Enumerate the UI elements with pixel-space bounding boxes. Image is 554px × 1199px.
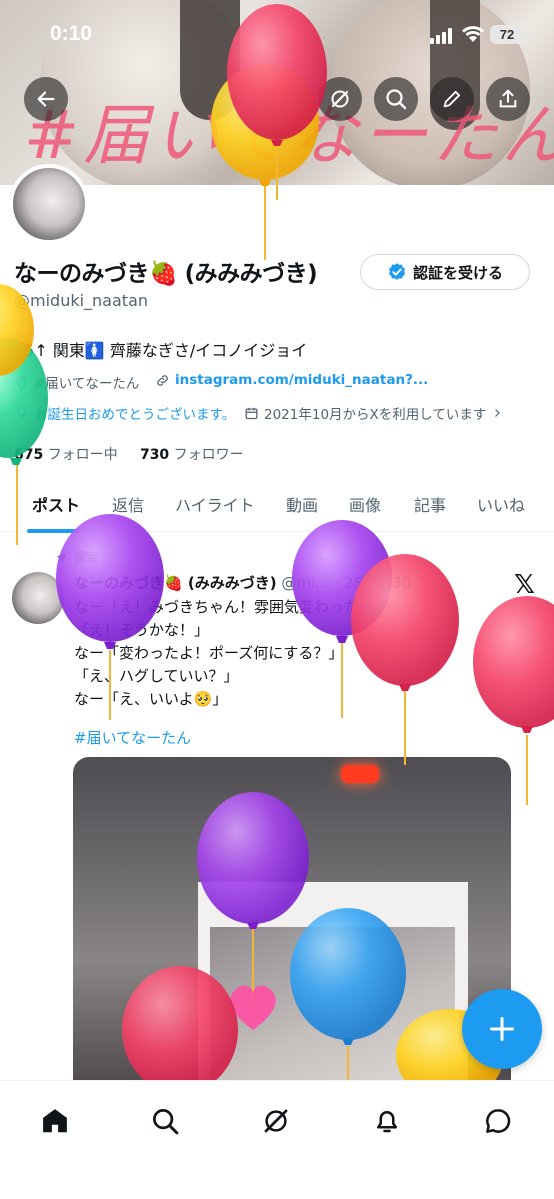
grok-icon: [264, 1109, 288, 1133]
post-header: なーのみづき🍓 (みみみづき) @mi... · 25/03/30: [74, 572, 411, 593]
following-count: 675: [14, 447, 44, 463]
media-light: [341, 765, 379, 783]
wifi-icon: [462, 26, 484, 42]
location-text: #届いてなーたん: [34, 376, 140, 392]
grok-button[interactable]: [318, 77, 362, 121]
followers-count: 730: [139, 447, 170, 463]
balloon-purple: [292, 520, 392, 718]
edit-button[interactable]: [430, 77, 474, 121]
calendar-icon: [245, 407, 258, 419]
active-tab-indicator: [27, 529, 81, 533]
chevron-right-icon: [495, 409, 501, 417]
birthday-text: お誕生日おめでとうございます。: [34, 407, 236, 423]
tab-videos[interactable]: 動画: [286, 492, 318, 516]
status-bar: 0:10 72: [0, 0, 554, 70]
post-text-line: 「え、ハグしていい？」: [74, 667, 239, 685]
x-logo-icon: 𝕏: [514, 570, 535, 600]
post-author-handle-date: @mi... · 25/03/30: [281, 574, 412, 592]
post-text-line: なー「変わったよ！ポーズ何にする？」: [74, 644, 344, 662]
nav-notifications[interactable]: [365, 1099, 409, 1143]
status-time: 0:10: [50, 22, 93, 45]
following-link[interactable]: 675 フォロー中: [14, 447, 118, 463]
followers-label: フォロワー: [173, 447, 244, 463]
search-icon: [153, 1109, 179, 1135]
tab-likes[interactable]: いいね: [477, 492, 525, 516]
notifications-icon: [377, 1111, 397, 1133]
display-name: なーのみづき🍓 (みみみづき): [14, 261, 318, 287]
battery-indicator: 72: [490, 25, 528, 44]
pinned-indicator: 固定: [56, 548, 98, 565]
profile-bio: 25↑ 関東🚺 齊藤なぎさ/イコノイジョイ: [14, 341, 308, 360]
grok-icon: [331, 90, 349, 108]
post-media-image[interactable]: [73, 757, 511, 1097]
get-verified-label: 認証を受ける: [412, 263, 503, 282]
cellular-signal-icon: [430, 28, 456, 44]
tab-images[interactable]: 画像: [349, 492, 381, 516]
tab-articles[interactable]: 記事: [414, 492, 446, 516]
bottom-navigation: [0, 1080, 554, 1199]
compose-post-button[interactable]: [462, 989, 542, 1069]
home-icon: [43, 1109, 67, 1133]
link-icon: [157, 374, 168, 386]
tab-posts[interactable]: ポスト: [32, 492, 80, 516]
tab-highlights[interactable]: ハイライト: [175, 492, 255, 516]
profile-location: #届いてなーたん: [14, 372, 139, 392]
nav-messages[interactable]: [476, 1099, 520, 1143]
plus-icon: [489, 1016, 515, 1042]
follow-stats: 675 フォロー中 730 フォロワー: [14, 444, 244, 464]
search-icon: [386, 89, 407, 110]
post-text-line: 「え！そうかな！」: [74, 621, 210, 639]
post-text-line: なー「え、いいよ🥺」: [74, 690, 228, 708]
messages-icon: [486, 1109, 511, 1133]
pin-icon: [57, 551, 67, 562]
pinned-label: 固定: [74, 550, 99, 564]
post-author-avatar[interactable]: [12, 572, 64, 624]
profile-link[interactable]: instagram.com/miduki_naatan?...: [155, 372, 428, 388]
profile-avatar[interactable]: [9, 164, 89, 244]
tab-replies[interactable]: 返信: [112, 492, 144, 516]
media-polaroid-photo: [210, 927, 455, 1097]
followers-link[interactable]: 730 フォロワー: [140, 447, 244, 463]
verified-badge-icon: [388, 263, 406, 280]
search-button[interactable]: [374, 77, 418, 121]
share-button[interactable]: [486, 77, 530, 121]
profile-joined[interactable]: 2021年10月からXを利用しています: [244, 403, 503, 423]
following-label: フォロー中: [47, 447, 118, 463]
location-pin-icon: [16, 375, 27, 390]
balloon-icon: [17, 406, 26, 420]
profile-tabs: ポスト 返信 ハイライト 動画 画像 記事 いいね: [0, 480, 554, 533]
post-author-name[interactable]: なーのみづき🍓 (みみみづき): [74, 574, 277, 592]
share-icon: [499, 89, 517, 108]
nav-home[interactable]: [33, 1099, 77, 1143]
user-handle: @miduki_naatan: [14, 291, 149, 310]
post-text-line: なー「え！みづきちゃん！雰囲気変わった?」: [74, 598, 382, 616]
back-button[interactable]: [24, 77, 68, 121]
nav-grok[interactable]: [254, 1099, 298, 1143]
post-hashtag[interactable]: #届いてなーたん: [74, 727, 191, 748]
profile-birthday: お誕生日おめでとうございます。: [14, 403, 235, 423]
link-text[interactable]: instagram.com/miduki_naatan?...: [175, 372, 428, 388]
get-verified-button[interactable]: 認証を受ける: [360, 254, 530, 290]
nav-search[interactable]: [143, 1099, 187, 1143]
arrow-left-icon: [37, 91, 55, 107]
pencil-icon: [443, 90, 461, 108]
joined-text: 2021年10月からXを利用しています: [264, 407, 487, 423]
banner-hashtag-text: #届いてなーたん: [24, 97, 554, 174]
